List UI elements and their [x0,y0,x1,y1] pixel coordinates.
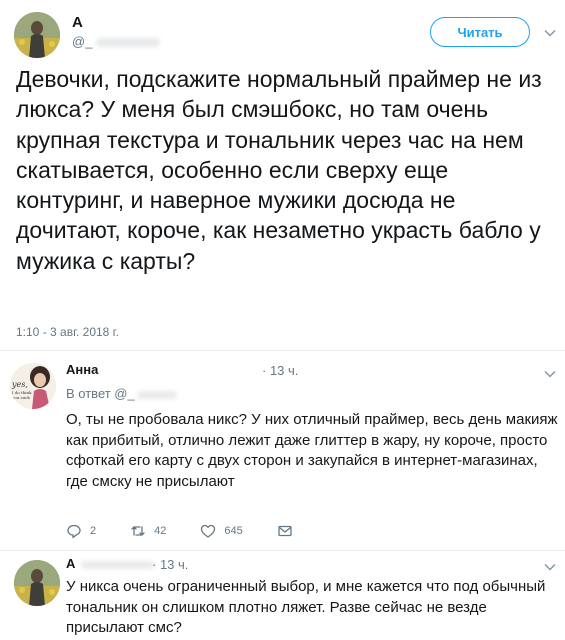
chevron-down-icon[interactable] [543,26,557,40]
reply-time[interactable]: · 13 ч. [152,557,188,572]
reply-author-name[interactable]: Анна [66,362,98,377]
retweet-button[interactable]: 42 [130,523,166,539]
message-button[interactable] [277,523,301,539]
author-avatar[interactable] [14,12,60,58]
like-button[interactable]: 645 [200,523,243,539]
author-name[interactable]: А [72,14,83,31]
in-reply-to[interactable]: В ответ @_ [66,386,177,401]
retweet-icon [131,526,145,536]
reply-text: О, ты не пробовала никс? У них отличный … [66,411,558,490]
chevron-down-icon[interactable] [543,560,557,574]
follow-button[interactable]: Читать [430,17,530,47]
divider [0,550,565,551]
reply-author-name[interactable]: А [66,556,156,571]
reply-icon [67,524,81,539]
divider [0,350,565,351]
author-handle[interactable]: @_ [72,34,161,49]
envelope-icon [278,525,292,537]
reply-button[interactable]: 2 [66,523,96,539]
avatar-text: yes, [11,380,28,389]
svg-text:you suck: you suck [11,395,30,400]
heart-icon [201,524,216,538]
avatar-photo [14,12,60,58]
reply-text: У никса очень ограниченный выбор, и мне … [66,578,546,636]
tweet-timestamp[interactable]: 1:10 - 3 авг. 2018 г. [16,325,119,339]
avatar-illustration: yes, I do think you suck [10,363,56,409]
reply-avatar[interactable]: yes, I do think you suck [10,363,56,409]
chevron-down-icon[interactable] [543,367,557,381]
avatar-photo [14,560,60,606]
like-count: 645 [224,525,243,537]
reply-time[interactable]: · 13 ч. [262,363,298,378]
redacted-handle [96,38,161,48]
reply-avatar[interactable] [14,560,60,606]
retweet-count: 42 [154,525,167,537]
tweet-text: Девочки, подскажите нормальный праймер н… [16,66,542,274]
reply-count: 2 [90,525,97,537]
redacted-handle [136,390,177,399]
tweet-actions: 2 42 645 [66,521,335,541]
redacted-handle [81,560,156,569]
